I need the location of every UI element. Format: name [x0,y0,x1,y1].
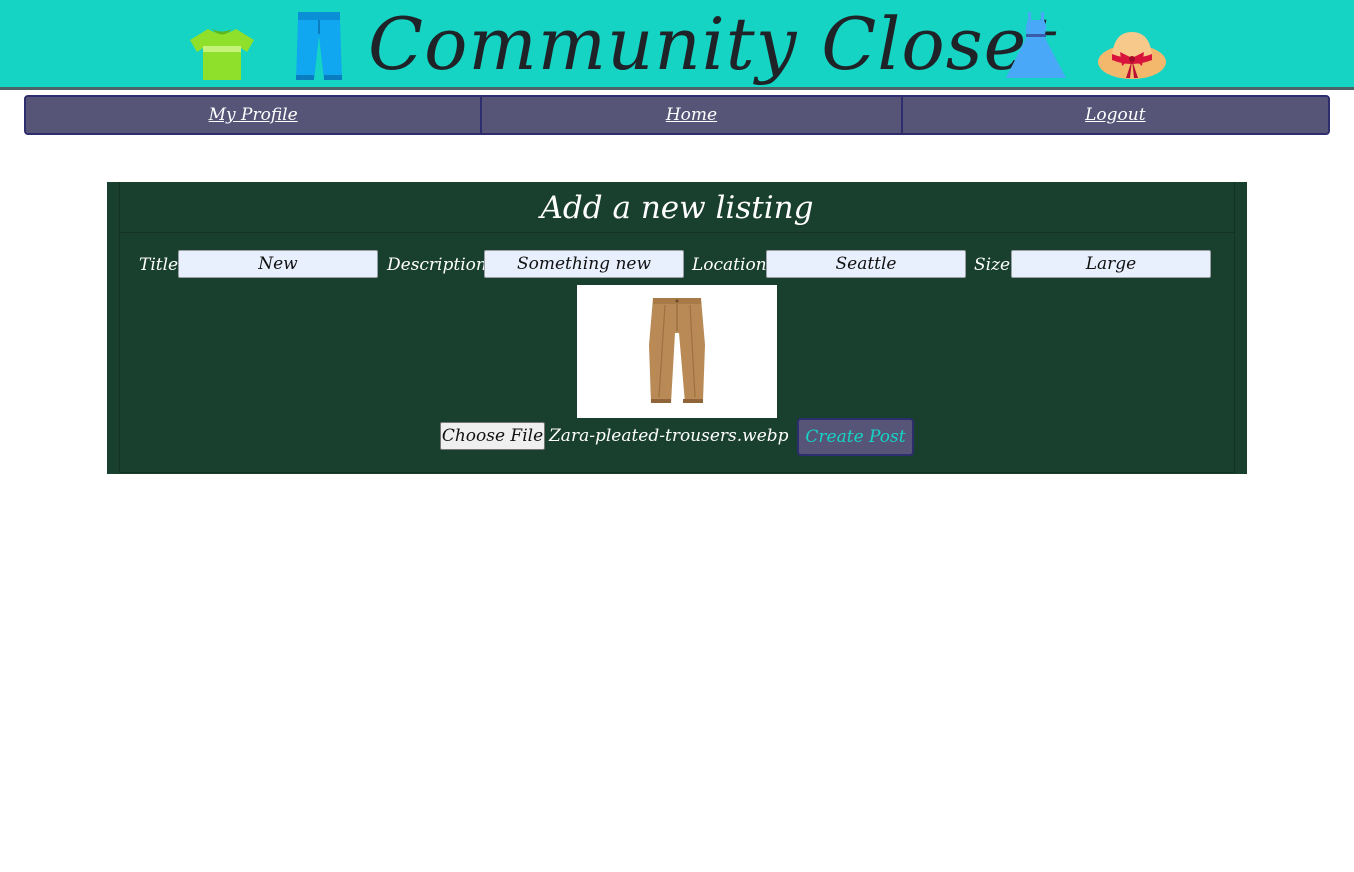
site-title: Community Closet [368,2,1058,86]
site-header: Community Closet [0,0,1354,90]
sun-hat-icon [1096,30,1168,82]
dress-icon [1004,12,1068,80]
tshirt-icon [186,26,258,82]
description-input[interactable] [484,250,684,278]
title-label: Title [139,255,179,275]
selected-file-name: Zara-pleated-trousers.webp [549,426,789,446]
location-input[interactable] [766,250,966,278]
trousers-image [649,298,705,403]
size-label: Size [974,255,1011,275]
nav-my-profile-link[interactable]: My Profile [26,97,480,133]
choose-file-button[interactable]: Choose File [440,422,545,450]
description-label: Description [387,255,487,275]
jeans-icon [292,12,346,82]
image-preview [577,285,777,418]
form-heading: Add a new listing [120,182,1234,233]
create-post-button[interactable]: Create Post [797,418,914,456]
location-label: Location [692,255,767,275]
nav-home-link[interactable]: Home [480,97,900,133]
nav-logout-link[interactable]: Logout [900,97,1328,133]
size-input[interactable] [1011,250,1211,278]
main-nav: My Profile Home Logout [24,95,1330,135]
title-input[interactable] [178,250,378,278]
